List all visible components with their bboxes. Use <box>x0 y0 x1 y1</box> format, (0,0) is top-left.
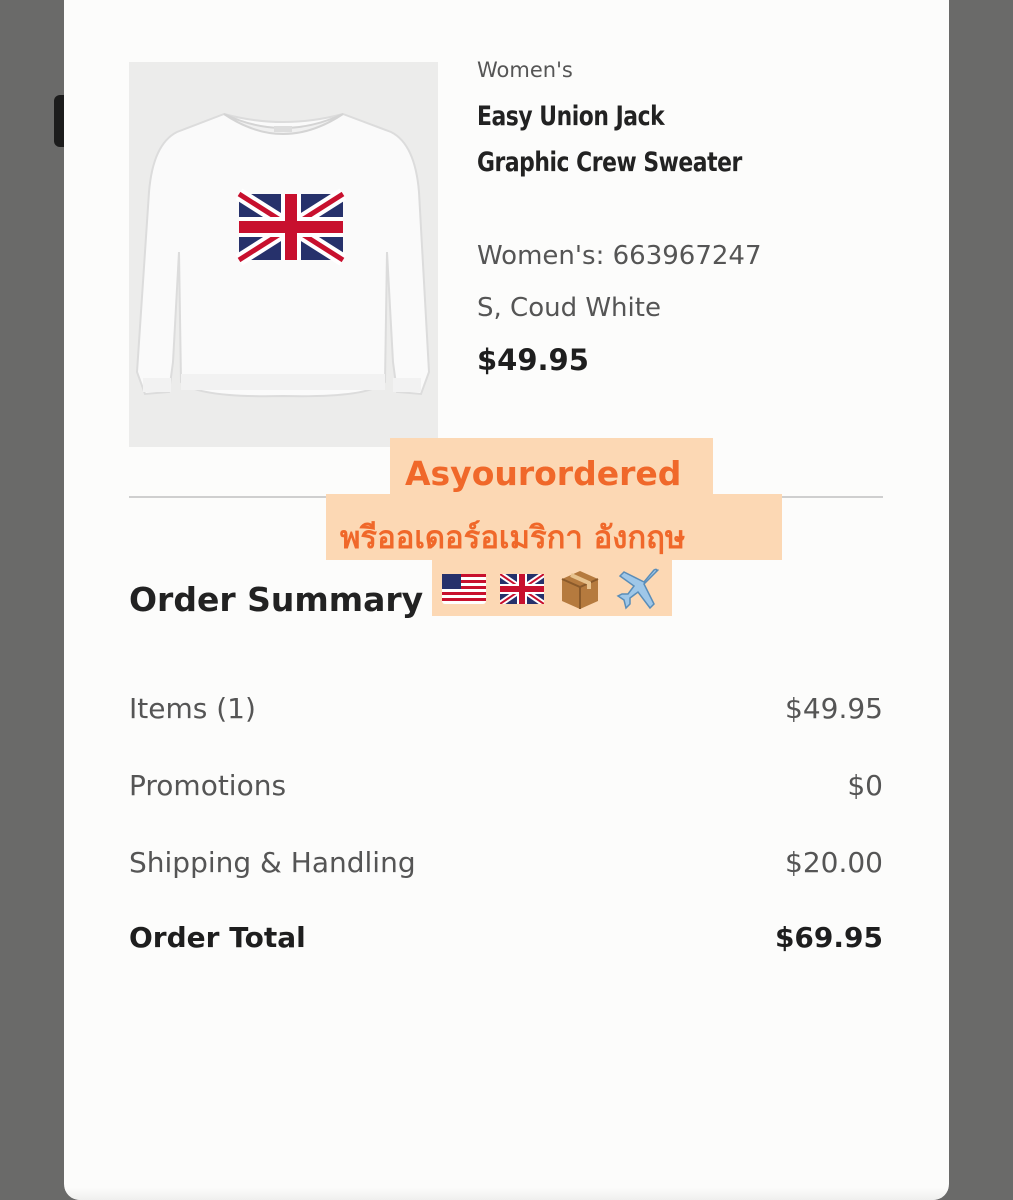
summary-value: $49.95 <box>785 692 883 725</box>
watermark-tagline: พรีออเดอร์อเมริกา อังกฤษ <box>340 520 686 556</box>
us-flag-icon <box>442 574 486 604</box>
order-total-label: Order Total <box>129 921 306 954</box>
airplane-icon <box>616 568 659 610</box>
summary-label: Items (1) <box>129 692 256 725</box>
summary-value: $20.00 <box>785 846 883 879</box>
product-name-line2: Graphic Crew Sweater <box>477 147 742 178</box>
card-bottom-shade <box>64 1188 949 1200</box>
product-variant: S, Coud White <box>477 293 661 323</box>
product-info: Women's Easy Union Jack Graphic Crew Swe… <box>477 55 917 386</box>
product-name[interactable]: Easy Union Jack Graphic Crew Sweater <box>477 94 747 186</box>
order-total-value: $69.95 <box>774 921 883 954</box>
summary-row-total: Order Total $69.95 <box>129 921 883 954</box>
summary-label: Promotions <box>129 769 287 802</box>
product-price: $49.95 <box>477 343 589 377</box>
summary-row-items: Items (1) $49.95 <box>129 692 883 725</box>
product-name-line1: Easy Union Jack <box>477 101 665 132</box>
product-category: Women's <box>477 58 573 82</box>
watermark-icons <box>432 563 672 615</box>
package-icon <box>561 571 599 609</box>
uk-flag-icon <box>500 574 544 604</box>
summary-label: Shipping & Handling <box>129 846 416 879</box>
order-summary-title: Order Summary <box>129 580 424 619</box>
summary-row-shipping: Shipping & Handling $20.00 <box>129 846 883 879</box>
watermark-brand: Asyourordered <box>405 454 682 493</box>
product-image[interactable] <box>129 62 438 447</box>
summary-value: $0 <box>847 769 883 802</box>
product-sku: Women's: 663967247 <box>477 241 762 271</box>
summary-row-promotions: Promotions $0 <box>129 769 883 802</box>
